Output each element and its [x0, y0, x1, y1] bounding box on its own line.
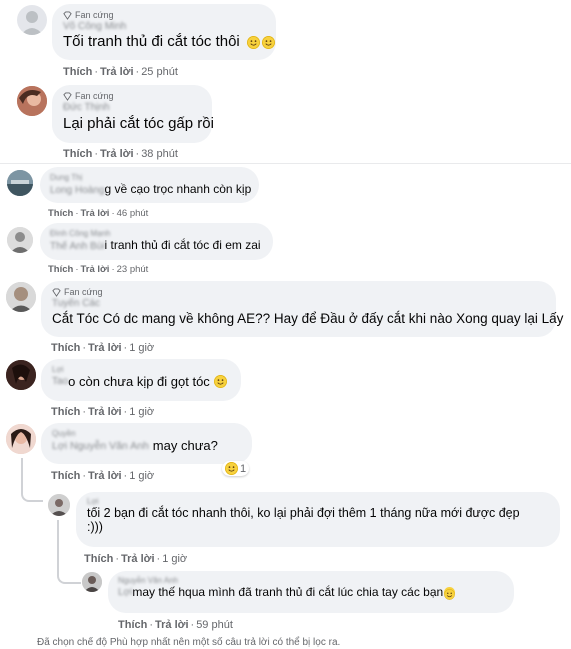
commenter-name[interactable]: Lợi: [52, 365, 230, 374]
comment-text: may chưa?: [152, 438, 218, 453]
diamond-icon: [52, 288, 61, 297]
comment-actions: Thích · Trả lời · 1 giờ: [51, 470, 155, 482]
avatar[interactable]: [7, 227, 33, 253]
reply-button[interactable]: Trả lời: [81, 264, 110, 275]
like-button[interactable]: Thích: [84, 553, 113, 565]
reply-button[interactable]: Trả lời: [81, 208, 110, 219]
comment-text: g về cạo trọc nhanh còn kịp: [104, 182, 252, 196]
fan-badge: Fan cứng: [63, 10, 265, 21]
commenter-name[interactable]: Đức Thịnh: [63, 102, 201, 113]
grinning-sweat-emoji: [261, 35, 275, 49]
reply-button[interactable]: Trả lời: [121, 553, 155, 565]
commenter-name[interactable]: Võ Công Minh: [63, 21, 265, 32]
like-button[interactable]: Thích: [63, 66, 92, 78]
commenter-name[interactable]: Dung Thị: [50, 173, 249, 182]
comment-bubble: Fan cứng Võ Công Minh Tối tranh thủ đi c…: [52, 4, 276, 60]
comment-actions: Thích · Trả lời · 25 phút: [63, 66, 178, 78]
comment-actions: Thích · Trả lời · 1 giờ: [84, 553, 188, 565]
avatar[interactable]: [82, 572, 102, 592]
timestamp[interactable]: 23 phút: [117, 264, 149, 275]
avatar[interactable]: [17, 5, 47, 35]
comment-actions: Thích · Trả lời · 38 phút: [63, 148, 178, 160]
tagged-user[interactable]: Lợi Nguyễn Văn Anh: [52, 440, 149, 452]
comment-bubble: Đình Công Mạnh Thế Anh Bùi i tranh thủ đ…: [40, 223, 273, 260]
like-button[interactable]: Thích: [48, 264, 73, 275]
comment-text: i tranh thủ đi cắt tóc đi em zai: [104, 238, 261, 252]
diamond-icon: [63, 92, 72, 101]
like-button[interactable]: Thích: [118, 619, 147, 631]
reply-button[interactable]: Trả lời: [88, 470, 122, 482]
commenter-name[interactable]: Thế Anh Bùi: [50, 241, 104, 252]
comment-bubble: Fan cứng Đức Thịnh Lại phải cắt tóc gấp …: [52, 85, 214, 143]
fan-badge: Fan cứng: [63, 91, 201, 102]
reply-button[interactable]: Trả lời: [100, 148, 134, 160]
reply-bubble: Nguyễn Văn Anh Lợi may thế hqua mình đã …: [108, 571, 514, 613]
commenter-name[interactable]: Tao: [52, 376, 68, 387]
commenter-name[interactable]: Lợi: [87, 497, 549, 506]
reply-thread-line: [57, 520, 81, 584]
comment-text: Lại phải cắt tóc gấp rồi: [63, 115, 214, 132]
comment-actions: Thích · Trả lời · 59 phút: [118, 619, 233, 631]
filter-notice: Đã chọn chế độ Phù hợp nhất nên một số c…: [37, 637, 341, 648]
commenter-name[interactable]: Long Hoàng: [50, 185, 105, 196]
timestamp[interactable]: 59 phút: [196, 619, 233, 631]
like-button[interactable]: Thích: [63, 148, 92, 160]
comment-bubble: Fan cứng Tuyến Các Cắt Tóc Có dc mang về…: [41, 281, 564, 337]
comment-text-continued: :))): [87, 520, 103, 534]
timestamp[interactable]: 46 phút: [117, 208, 149, 219]
comment-bubble: Lợi Tao o còn chưa kịp đi gọt tóc: [41, 359, 241, 401]
commenter-name[interactable]: Quyền: [52, 429, 241, 438]
avatar[interactable]: [7, 170, 33, 196]
like-button[interactable]: Thích: [48, 208, 73, 219]
comment-bubble: Quyền Lợi Nguyễn Văn Anh may chưa?: [41, 423, 252, 464]
avatar[interactable]: [6, 282, 36, 312]
comment-text: o còn chưa kịp đi gọt tóc: [68, 374, 210, 389]
reply-bubble: Lợi tối 2 bạn đi cắt tóc nhanh thôi, ko …: [76, 492, 560, 547]
comment-actions: Thích · Trả lời · 1 giờ: [51, 342, 155, 354]
haha-reaction-icon: [225, 462, 238, 475]
like-button[interactable]: Thích: [51, 406, 80, 418]
grinning-sweat-emoji: [246, 35, 260, 49]
commenter-name[interactable]: Đình Công Mạnh: [50, 229, 263, 238]
reply-thread-line: [21, 458, 43, 502]
diamond-icon: [63, 11, 72, 20]
comment-text: tối 2 bạn đi cắt tóc nhanh thôi, ko lại …: [87, 506, 520, 520]
reaction-count: 1: [240, 462, 247, 475]
comment-actions: Thích · Trả lời · 46 phút: [48, 208, 149, 219]
timestamp[interactable]: 1 giờ: [129, 470, 154, 482]
reaction-summary[interactable]: 1: [222, 461, 250, 476]
comment-bubble: Dung Thị Long Hoàng g về cạo trọc nhanh …: [40, 167, 259, 203]
timestamp[interactable]: 1 giờ: [129, 406, 154, 418]
fan-badge: Fan cứng: [52, 287, 545, 298]
comment-text: may thế hqua mình đã tranh thủ đi cắt lú…: [132, 585, 444, 599]
like-button[interactable]: Thích: [51, 342, 80, 354]
timestamp[interactable]: 1 giờ: [162, 553, 187, 565]
like-button[interactable]: Thích: [51, 470, 80, 482]
avatar[interactable]: [48, 494, 70, 516]
rolling-laughing-emoji: [444, 586, 456, 600]
commenter-name[interactable]: Nguyễn Văn Anh: [118, 576, 504, 585]
reply-button[interactable]: Trả lời: [100, 66, 134, 78]
slightly-smiling-emoji: [213, 375, 227, 388]
comment-text: Tối tranh thủ đi cắt tóc thôi: [63, 33, 275, 50]
avatar[interactable]: [6, 424, 36, 454]
reply-button[interactable]: Trả lời: [88, 406, 122, 418]
timestamp[interactable]: 1 giờ: [129, 342, 154, 354]
timestamp[interactable]: 38 phút: [141, 148, 178, 160]
comment-text: Cắt Tóc Có dc mang về không AE?? Hay để …: [52, 311, 564, 326]
timestamp[interactable]: 25 phút: [141, 66, 178, 78]
reply-button[interactable]: Trả lời: [155, 619, 189, 631]
avatar[interactable]: [17, 86, 47, 116]
comment-actions: Thích · Trả lời · 23 phút: [48, 264, 149, 275]
avatar[interactable]: [6, 360, 36, 390]
comment-actions: Thích · Trả lời · 1 giờ: [51, 406, 155, 418]
commenter-name[interactable]: Tuyến Các: [52, 298, 545, 309]
commenter-name[interactable]: Lợi: [118, 587, 132, 598]
reply-button[interactable]: Trả lời: [88, 342, 122, 354]
divider: [0, 163, 571, 164]
